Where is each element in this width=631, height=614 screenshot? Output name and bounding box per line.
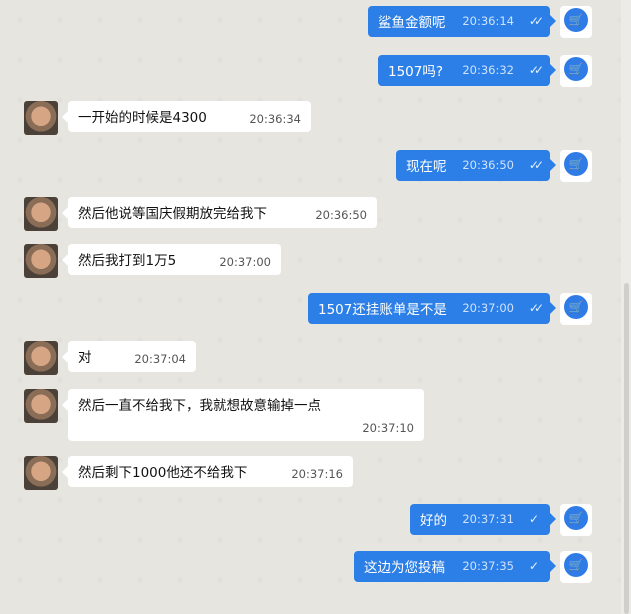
message-time: 20:37:00 [219,255,271,269]
message-bubble[interactable]: 一开始的时候是4300 20:36:34 [62,101,311,132]
message-text: 然后一直不给我下，我就想故意输掉一点 [78,398,321,414]
message-time: 20:37:00 [462,301,514,315]
double-check-icon: ✓✓ [528,301,544,315]
scrollbar-thumb[interactable] [624,283,629,614]
shopping-cart-icon: 🛒 [568,157,584,171]
avatar[interactable] [24,341,58,375]
shopping-cart-icon: 🛒 [568,62,584,76]
message-bubble[interactable]: 现在呢 20:36:50 ✓✓ [396,150,556,181]
message-time: 20:37:10 [362,421,414,435]
message-bubble[interactable]: 好的 20:37:31 ✓ [410,504,556,535]
message-bubble[interactable]: 这边为您投稿 20:37:35 ✓ [354,551,556,582]
message-time: 20:37:04 [134,352,186,366]
message-outgoing[interactable]: 现在呢 20:36:50 ✓✓ 🛒 [396,150,592,182]
chat-area[interactable]: 鲨鱼金额呢 20:36:14 ✓✓ 🛒 1507吗? 20:36:32 ✓✓ 🛒… [0,0,621,614]
message-time: 20:37:16 [291,467,343,481]
message-bubble[interactable]: 然后一直不给我下，我就想故意输掉一点 20:37:10 [62,389,424,441]
message-time: 20:36:34 [249,112,301,126]
message-text: 1507还挂账单是不是 [318,302,447,318]
message-time: 20:36:32 [462,63,514,77]
message-outgoing[interactable]: 1507还挂账单是不是 20:37:00 ✓✓ 🛒 [308,293,592,325]
message-bubble[interactable]: 然后剩下1000他还不给我下 20:37:16 [62,456,353,487]
avatar[interactable]: 🛒 [560,150,592,182]
message-text: 鲨鱼金额呢 [378,15,446,31]
message-text: 1507吗? [388,64,444,80]
check-icon: ✓ [528,512,539,526]
avatar[interactable]: 🛒 [560,551,592,583]
avatar[interactable]: 🛒 [560,293,592,325]
message-outgoing[interactable]: 这边为您投稿 20:37:35 ✓ 🛒 [354,551,592,583]
message-incoming[interactable]: 然后我打到1万5 20:37:00 [24,244,281,278]
message-incoming[interactable]: 然后剩下1000他还不给我下 20:37:16 [24,456,353,490]
double-check-icon: ✓✓ [528,14,544,28]
message-text: 然后我打到1万5 [78,253,177,269]
message-text: 好的 [420,513,447,529]
message-time: 20:37:31 [462,512,514,526]
message-incoming[interactable]: 一开始的时候是4300 20:36:34 [24,101,311,135]
avatar[interactable] [24,389,58,423]
message-bubble[interactable]: 然后他说等国庆假期放完给我下 20:36:50 [62,197,377,228]
shopping-cart-icon: 🛒 [568,511,584,525]
message-time: 20:37:35 [462,559,514,573]
message-text: 然后剩下1000他还不给我下 [78,465,248,481]
avatar[interactable] [24,244,58,278]
message-text: 现在呢 [406,159,447,175]
message-bubble[interactable]: 然后我打到1万5 20:37:00 [62,244,281,275]
shopping-cart-icon: 🛒 [568,300,584,314]
avatar[interactable] [24,101,58,135]
message-time: 20:36:14 [462,14,514,28]
message-text: 这边为您投稿 [364,560,445,576]
message-bubble[interactable]: 1507还挂账单是不是 20:37:00 ✓✓ [308,293,556,324]
message-bubble[interactable]: 鲨鱼金额呢 20:36:14 ✓✓ [368,6,556,37]
shopping-cart-icon: 🛒 [568,13,584,27]
message-bubble[interactable]: 1507吗? 20:36:32 ✓✓ [378,55,556,86]
message-bubble[interactable]: 对 20:37:04 [62,341,196,372]
message-incoming[interactable]: 然后一直不给我下，我就想故意输掉一点 20:37:10 [24,389,424,441]
message-outgoing[interactable]: 好的 20:37:31 ✓ 🛒 [410,504,592,536]
message-outgoing[interactable]: 鲨鱼金额呢 20:36:14 ✓✓ 🛒 [368,6,592,38]
message-text: 然后他说等国庆假期放完给我下 [78,206,267,222]
shopping-cart-icon: 🛒 [568,558,584,572]
check-icon: ✓ [528,559,539,573]
message-outgoing[interactable]: 1507吗? 20:36:32 ✓✓ 🛒 [378,55,592,87]
avatar[interactable] [24,456,58,490]
message-incoming[interactable]: 对 20:37:04 [24,341,196,375]
message-text: 对 [78,350,92,366]
avatar[interactable] [24,197,58,231]
avatar[interactable]: 🛒 [560,55,592,87]
double-check-icon: ✓✓ [528,158,544,172]
message-time: 20:36:50 [315,208,367,222]
message-text: 一开始的时候是4300 [78,110,207,126]
double-check-icon: ✓✓ [528,63,544,77]
avatar[interactable]: 🛒 [560,504,592,536]
message-incoming[interactable]: 然后他说等国庆假期放完给我下 20:36:50 [24,197,377,231]
message-time: 20:36:50 [462,158,514,172]
avatar[interactable]: 🛒 [560,6,592,38]
